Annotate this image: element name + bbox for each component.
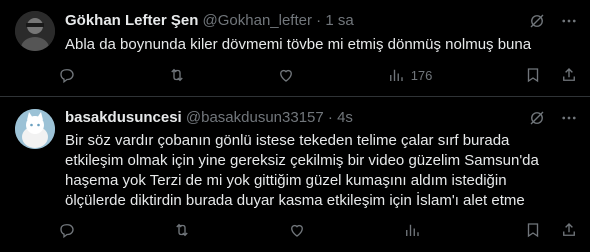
share-icon	[563, 223, 575, 236]
tweet-right-actions	[524, 66, 578, 84]
share-icon	[563, 68, 575, 81]
tweet-actions: 176	[58, 63, 578, 87]
tweet-text: Bir söz vardır çobanın gönlü istese teke…	[65, 132, 539, 209]
separator: ·	[327, 109, 333, 126]
grok-icon[interactable]	[528, 12, 546, 30]
avatar-photo	[15, 109, 55, 149]
tweet-header: Gökhan Lefter Şen @Gokhan_lefter · 1 sa	[65, 12, 354, 29]
user-handle[interactable]: @Gokhan_lefter	[203, 12, 312, 29]
timestamp[interactable]: 1 sa	[325, 12, 353, 29]
like-button[interactable]	[277, 66, 295, 84]
like-button[interactable]	[288, 221, 306, 239]
bookmark-icon	[527, 68, 539, 83]
grok-icon[interactable]	[528, 109, 546, 127]
like-icon	[291, 224, 303, 237]
tweet-top-actions	[528, 12, 578, 30]
tweet-right-actions	[524, 221, 578, 239]
more-icon[interactable]	[560, 109, 578, 127]
views-icon	[389, 69, 403, 81]
display-name[interactable]: basakdusuncesi	[65, 109, 182, 126]
reply-icon	[60, 69, 74, 84]
avatar[interactable]	[15, 109, 55, 149]
views-button[interactable]	[403, 221, 427, 239]
tweet-header: basakdusuncesi @basakdusun33157 · 4s	[65, 109, 353, 126]
retweet-icon	[176, 223, 188, 237]
avatar-photo	[15, 11, 55, 51]
views-button[interactable]: 176	[387, 66, 433, 84]
retweet-icon	[170, 68, 183, 82]
retweet-button[interactable]	[168, 66, 186, 84]
more-icon[interactable]	[560, 12, 578, 30]
tweet[interactable]: Gökhan Lefter Şen @Gokhan_lefter · 1 sa …	[0, 0, 590, 97]
bookmark-button[interactable]	[524, 66, 542, 84]
user-handle[interactable]: @basakdusun33157	[186, 109, 324, 126]
reply-icon	[60, 224, 74, 239]
avatar[interactable]	[15, 11, 55, 51]
bookmark-button[interactable]	[524, 221, 542, 239]
views-count: 176	[410, 67, 433, 83]
tweet-text: Abla da boynunda kiler dövmemi tövbe mi …	[65, 36, 532, 53]
reply-button[interactable]	[58, 221, 76, 239]
timestamp[interactable]: 4s	[337, 109, 353, 126]
tweet-actions	[58, 218, 578, 242]
reply-button[interactable]	[58, 66, 76, 84]
views-icon	[406, 224, 419, 236]
bookmark-icon	[527, 223, 539, 238]
retweet-button[interactable]	[173, 221, 191, 239]
tweet-top-actions	[528, 109, 578, 127]
share-button[interactable]	[560, 221, 578, 239]
display-name[interactable]: Gökhan Lefter Şen	[65, 12, 198, 29]
separator: ·	[316, 12, 322, 29]
like-icon	[280, 69, 293, 82]
share-button[interactable]	[560, 66, 578, 84]
tweet[interactable]: basakdusuncesi @basakdusun33157 · 4s Bir…	[0, 97, 590, 252]
